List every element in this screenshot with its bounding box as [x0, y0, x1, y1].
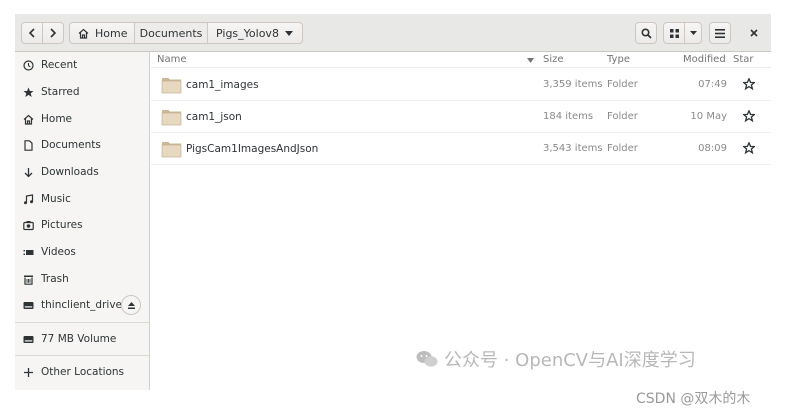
sidebar-item-label: Documents: [41, 139, 101, 151]
view-options-dropdown[interactable]: [684, 22, 702, 44]
star-outline-icon[interactable]: [743, 78, 755, 90]
sidebar-item-videos[interactable]: Videos: [15, 239, 149, 265]
file-modified: 10 May: [690, 111, 727, 122]
file-name: cam1_json: [186, 111, 242, 123]
hamburger-icon: [715, 28, 725, 38]
sidebar-item-label: Videos: [41, 246, 76, 258]
file-type: Folder: [607, 111, 638, 122]
sidebar-item-home[interactable]: Home: [15, 106, 149, 132]
watermark-text: 公众号 · OpenCV与AI深度学习: [444, 350, 696, 371]
column-name-header[interactable]: Name: [157, 54, 187, 65]
breadcrumb-documents[interactable]: Documents: [134, 22, 208, 44]
sidebar-item-label: Recent: [41, 59, 78, 71]
sidebar-item-77mb-volume[interactable]: 77 MB Volume: [15, 326, 149, 352]
file-size: 184 items: [543, 111, 594, 122]
column-star-header[interactable]: Star: [733, 54, 754, 65]
column-size-header[interactable]: Size: [543, 54, 564, 65]
drive-icon: [23, 334, 34, 345]
file-size: 3,543 items: [543, 143, 603, 154]
trash-icon: [23, 274, 34, 285]
drive-icon: [23, 300, 34, 311]
close-button[interactable]: [743, 22, 765, 44]
table-row[interactable]: cam1_json 184 items Folder 10 May: [151, 101, 771, 133]
file-list: Name Size Type Modified Star cam1_images…: [151, 52, 771, 390]
back-button[interactable]: [21, 22, 43, 44]
header-bar: Home Documents Pigs_Yolov8: [15, 14, 771, 52]
search-icon: [640, 27, 652, 39]
folder-icon: [161, 78, 182, 94]
eject-button[interactable]: [121, 295, 141, 315]
file-size: 3,359 items: [543, 79, 603, 90]
breadcrumb-current-folder[interactable]: Pigs_Yolov8: [207, 22, 303, 44]
sidebar-item-label: Home: [41, 113, 73, 125]
clock-icon: [23, 59, 34, 71]
sort-arrow-icon[interactable]: [527, 55, 534, 66]
sidebar-item-pictures[interactable]: Pictures: [15, 212, 149, 238]
folder-icon: [161, 142, 182, 158]
sidebar-item-label: Pictures: [41, 219, 83, 231]
sidebar-item-downloads[interactable]: Downloads: [15, 159, 149, 185]
file-manager-window: Home Documents Pigs_Yolov8 Recent Starre…: [15, 14, 771, 390]
camera-icon: [23, 220, 34, 231]
sidebar-item-starred[interactable]: Starred: [15, 79, 149, 105]
sidebar-item-label: Other Locations: [41, 366, 125, 378]
search-button[interactable]: [635, 22, 657, 44]
wechat-icon: [416, 351, 438, 367]
sidebar-item-documents[interactable]: Documents: [15, 132, 149, 158]
close-icon: [750, 29, 758, 37]
caret-down-icon: [284, 30, 293, 36]
sidebar-item-label: Starred: [41, 86, 80, 98]
sidebar-item-recent[interactable]: Recent: [15, 52, 149, 78]
file-name: PigsCam1ImagesAndJson: [186, 143, 319, 155]
file-type: Folder: [607, 79, 638, 90]
file-modified: 07:49: [698, 79, 727, 90]
file-modified: 08:09: [698, 143, 727, 154]
watermark: 公众号 · OpenCV与AI深度学习: [416, 346, 696, 372]
eject-icon: [127, 301, 135, 309]
column-type-header[interactable]: Type: [607, 54, 630, 65]
sidebar-item-label: Trash: [41, 273, 69, 285]
column-headers: Name Size Type Modified Star: [151, 52, 771, 68]
download-icon: [23, 167, 34, 178]
music-icon: [23, 193, 34, 205]
plus-icon: [23, 367, 34, 378]
chevron-right-icon: [50, 28, 57, 38]
credit-watermark: CSDN @双木的木: [636, 391, 751, 407]
star-outline-icon[interactable]: [743, 142, 755, 154]
breadcrumb-home-label: Home: [95, 26, 128, 40]
sidebar-divider: [15, 355, 149, 356]
file-type: Folder: [607, 143, 638, 154]
star-icon: [23, 87, 34, 98]
sidebar: Recent Starred Home Documents Downloads …: [15, 52, 150, 390]
video-icon: [23, 247, 34, 258]
document-icon: [23, 139, 34, 151]
breadcrumb-documents-label: Documents: [139, 26, 203, 40]
menu-button[interactable]: [709, 22, 731, 44]
column-modified-header[interactable]: Modified: [683, 54, 726, 65]
chevron-left-icon: [28, 28, 35, 38]
sidebar-item-label: 77 MB Volume: [41, 333, 117, 345]
sidebar-item-music[interactable]: Music: [15, 186, 149, 212]
home-icon: [78, 28, 89, 39]
sidebar-divider: [15, 322, 149, 323]
view-grid-button[interactable]: [663, 22, 685, 44]
grid-icon: [669, 28, 679, 38]
sidebar-item-trash[interactable]: Trash: [15, 266, 149, 292]
breadcrumb-current-label: Pigs_Yolov8: [216, 26, 279, 40]
table-row[interactable]: cam1_images 3,359 items Folder 07:49: [151, 69, 771, 101]
sidebar-item-label: Music: [41, 193, 71, 205]
star-outline-icon[interactable]: [743, 110, 755, 122]
table-row[interactable]: PigsCam1ImagesAndJson 3,543 items Folder…: [151, 133, 771, 165]
sidebar-item-label: thinclient_drives: [41, 299, 128, 311]
file-name: cam1_images: [186, 79, 259, 91]
sidebar-item-other-locations[interactable]: Other Locations: [15, 359, 149, 385]
folder-icon: [161, 110, 182, 126]
caret-down-icon: [689, 31, 697, 35]
forward-button[interactable]: [42, 22, 64, 44]
sidebar-item-label: Downloads: [41, 166, 99, 178]
breadcrumb-home[interactable]: Home: [69, 22, 135, 44]
home-icon: [23, 114, 34, 125]
